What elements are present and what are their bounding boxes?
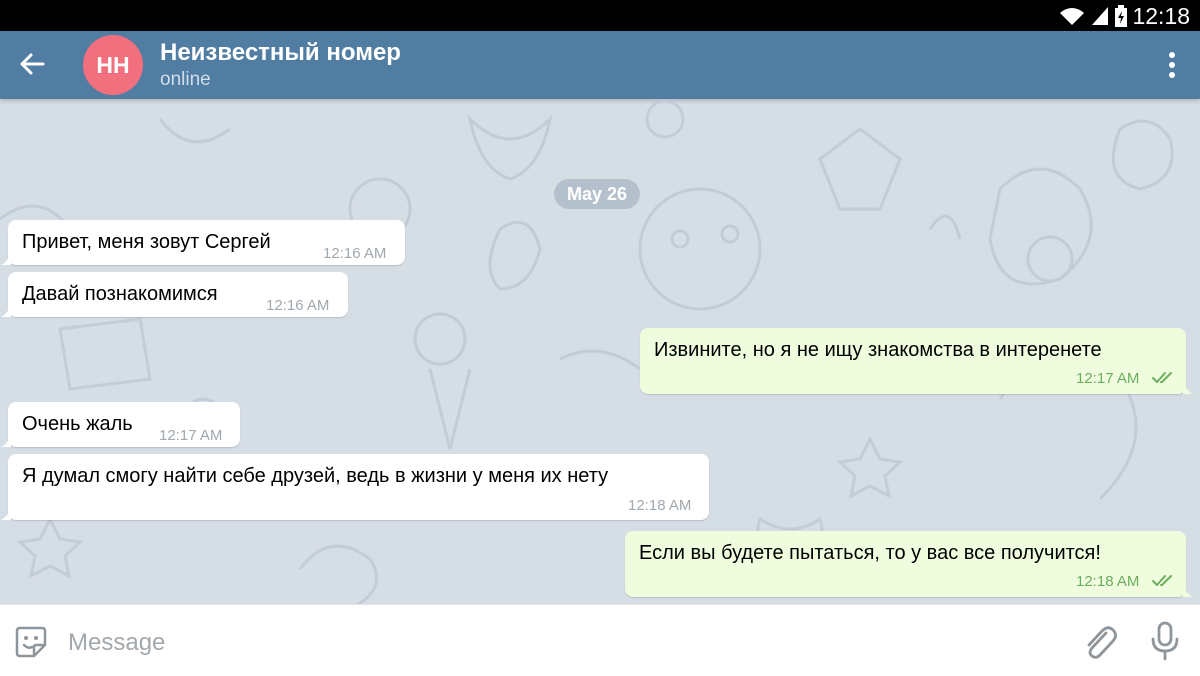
message-time: 12:18 AM — [628, 497, 692, 514]
message-input[interactable] — [66, 624, 970, 662]
message-time: 12:16 AM — [323, 245, 387, 262]
date-separator: May 26 — [554, 179, 640, 209]
more-vertical-icon[interactable] — [1164, 51, 1180, 79]
microphone-icon[interactable] — [1150, 621, 1180, 661]
message-text: Если вы будете пытаться, то у вас все по… — [639, 542, 1101, 564]
bubble-tail — [1183, 583, 1193, 597]
chat-title[interactable]: Неизвестный номер — [160, 39, 401, 67]
status-bar: 12:18 — [0, 0, 1200, 31]
status-icons — [1058, 5, 1128, 27]
message-incoming[interactable]: Я думал смогу найти себе друзей, ведь в … — [1, 454, 709, 520]
double-check-icon — [1152, 575, 1172, 586]
message-text: Извините, но я не ищу знакомства в интер… — [654, 339, 1102, 361]
status-time: 12:18 — [1132, 3, 1190, 29]
paperclip-icon[interactable] — [1082, 623, 1118, 661]
message-time: 12:17 AM — [159, 427, 223, 444]
arrow-left-icon[interactable] — [17, 49, 47, 79]
message-time: 12:17 AM — [1076, 370, 1140, 387]
message-text: Очень жаль — [22, 413, 133, 435]
chat-header: HH Неизвестный номер online — [0, 31, 1200, 99]
chat-area[interactable]: May 26 Привет, меня зовут Сергей 12:16 A… — [0, 99, 1200, 604]
wifi-icon — [1060, 8, 1084, 25]
bubble-tail — [1, 506, 11, 520]
message-outgoing[interactable]: Извините, но я не ищу знакомства в интер… — [640, 328, 1193, 394]
bubble-tail — [1, 433, 11, 447]
message-incoming[interactable]: Давай познакомимся 12:16 AM — [1, 272, 348, 317]
message-outgoing[interactable]: Если вы будете пытаться, то у вас все по… — [625, 531, 1193, 597]
sticker-icon[interactable] — [14, 625, 48, 659]
message-text: Привет, меня зовут Сергей — [22, 231, 271, 253]
message-incoming[interactable]: Очень жаль 12:17 AM — [1, 402, 240, 447]
bubble-tail — [1, 251, 11, 265]
message-text: Я думал смогу найти себе друзей, ведь в … — [22, 465, 609, 487]
message-time: 12:18 AM — [1076, 573, 1140, 590]
bubble-tail — [1183, 380, 1193, 394]
message-text: Давай познакомимся — [22, 283, 218, 305]
battery-icon — [1115, 5, 1127, 27]
bubble-tail — [1, 303, 11, 317]
double-check-icon — [1152, 372, 1172, 383]
message-incoming[interactable]: Привет, меня зовут Сергей 12:16 AM — [1, 220, 405, 265]
avatar[interactable]: HH — [83, 35, 143, 95]
signal-icon — [1092, 7, 1108, 25]
message-time: 12:16 AM — [266, 297, 330, 314]
message-input-bar — [0, 604, 1200, 676]
chat-status: online — [160, 69, 211, 90]
